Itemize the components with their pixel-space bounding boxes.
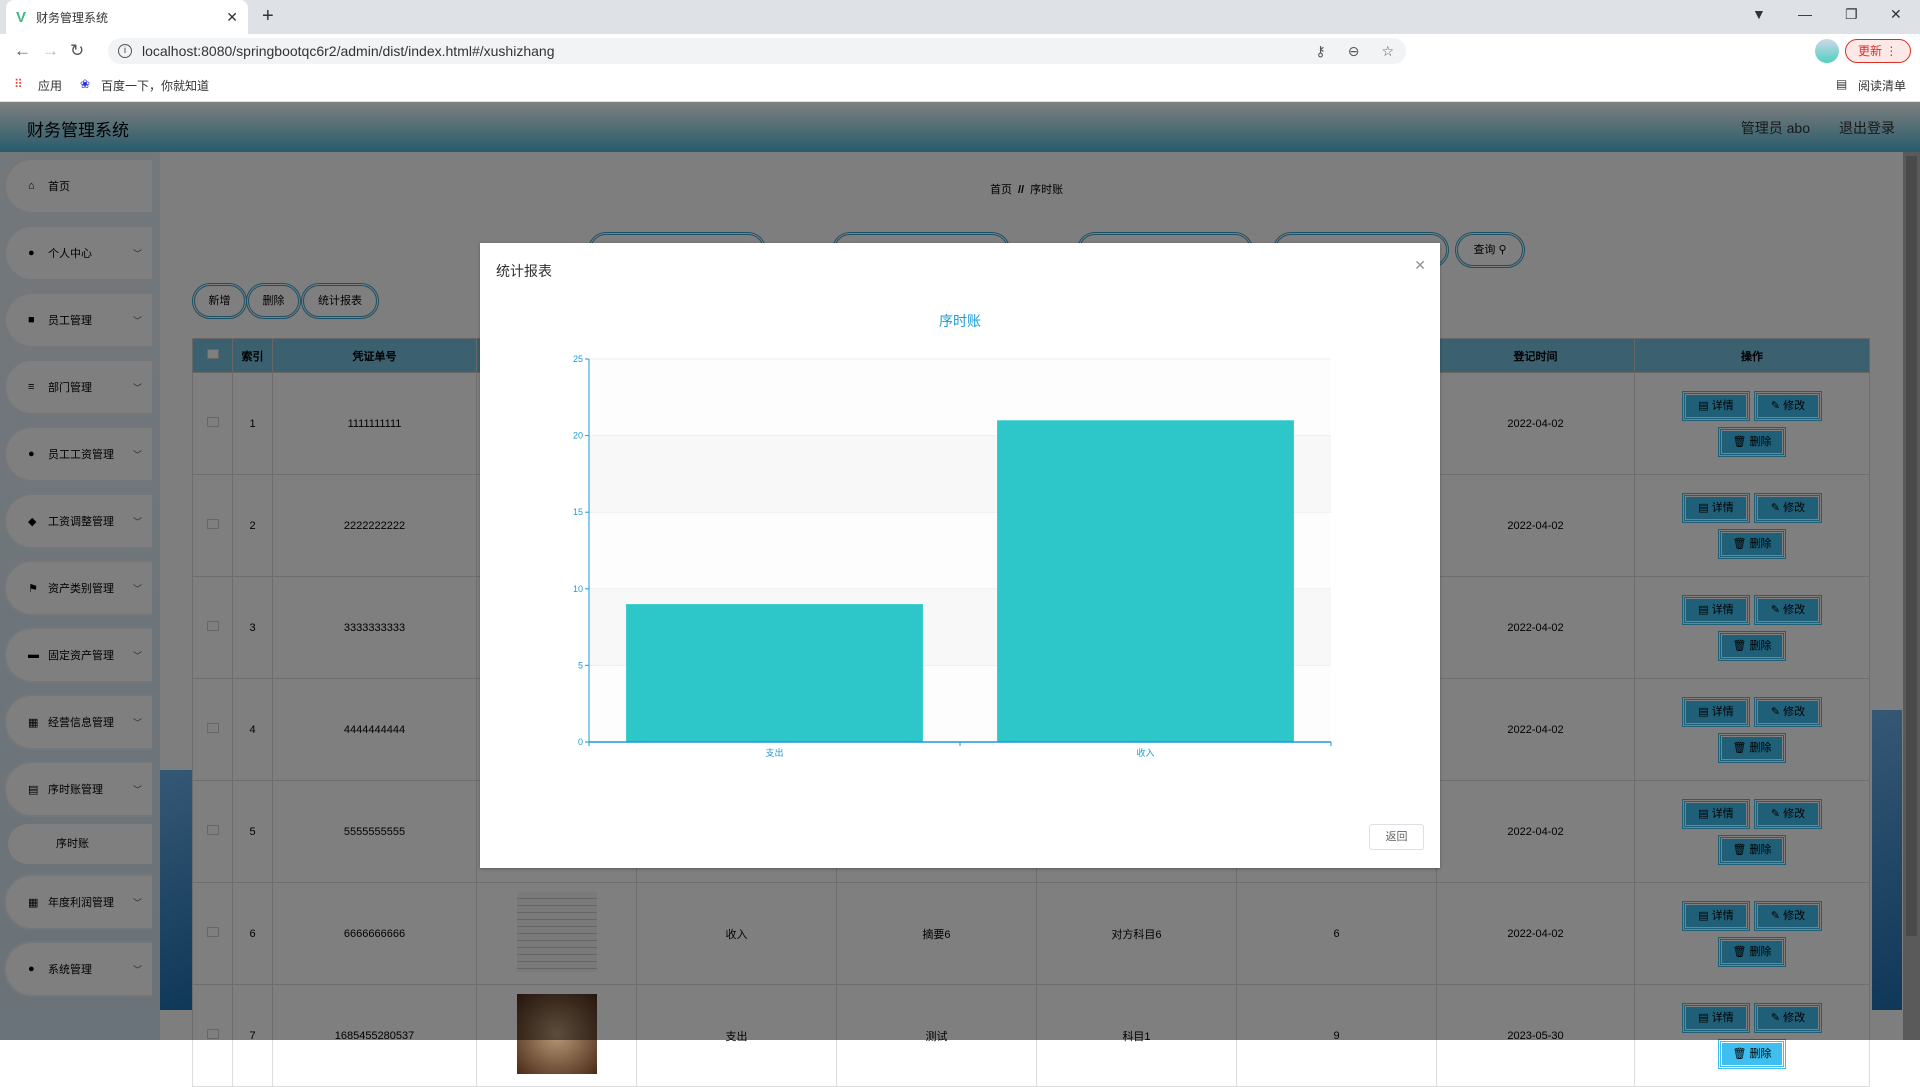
y-tick-label: 0 [578,737,583,747]
key-icon[interactable]: ⚷ [1315,43,1325,60]
profile-dropdown-icon[interactable]: ▼ [1752,6,1766,22]
bar-chart: 序时账 0 5 10 15 20 25 支出 收入 [573,313,1332,758]
browser-tab[interactable]: V 财务管理系统 ✕ [6,0,248,34]
star-icon[interactable]: ☆ [1381,43,1394,60]
back-icon[interactable]: ← [14,41,31,61]
minimize-button[interactable]: — [1798,6,1812,22]
y-tick-label: 5 [578,660,583,670]
bar-支出[interactable] [626,604,923,742]
url-text: localhost:8080/springbootqc6r2/admin/dis… [142,43,555,59]
bookmark-apps[interactable]: 应用 [38,77,62,94]
update-label: 更新 [1858,44,1883,58]
y-tick-label: 20 [573,431,583,441]
profile-avatar[interactable] [1815,39,1839,63]
back-button[interactable]: 返回 [1369,824,1424,850]
y-tick-label: 15 [573,507,583,517]
y-tick-label: 25 [573,354,583,364]
delete-row-button[interactable]: 🗑 删除 [1718,1038,1786,1069]
close-tab-icon[interactable]: ✕ [226,9,238,26]
reading-list[interactable]: 阅读清单 [1858,77,1906,94]
bookmark-baidu[interactable]: 百度一下，你就知道 [101,77,209,94]
x-tick-label: 支出 [765,747,783,758]
tab-title: 财务管理系统 [36,10,109,25]
restore-button[interactable]: ❐ [1845,6,1858,23]
scrollbar-thumb[interactable] [1906,156,1917,936]
browser-tab-bar: V 财务管理系统 ✕ + ▼ — ❐ ✕ [0,0,1920,34]
url-input[interactable]: i localhost:8080/springbootqc6r2/admin/d… [108,38,1406,64]
apps-icon[interactable]: ⠿ [14,77,23,91]
forward-icon[interactable]: → [42,41,59,61]
report-dialog: 统计报表 ✕ 序时账 0 5 10 15 20 25 支出 收入 返回 [480,243,1440,868]
chart-title: 序时账 [939,313,981,329]
close-window-button[interactable]: ✕ [1890,6,1902,23]
x-tick-label: 收入 [1136,747,1154,758]
new-tab-button[interactable]: + [262,5,274,28]
vue-logo-icon: V [16,8,27,26]
zoom-icon[interactable]: ⊖ [1348,43,1360,60]
y-tick-label: 10 [573,584,583,594]
info-icon[interactable]: i [118,44,132,58]
reading-list-icon: ▤ [1836,77,1848,91]
baidu-icon: ❀ [80,77,91,91]
reload-icon[interactable]: ↻ [70,41,84,61]
page-scrollbar[interactable] [1903,152,1920,1040]
delete-label: 删除 [1749,1047,1772,1060]
bar-收入[interactable] [997,420,1294,742]
address-bar-row: ← → ↻ i localhost:8080/springbootqc6r2/a… [0,34,1920,68]
bookmarks-bar: ⠿ 应用 ❀ 百度一下，你就知道 ▤ 阅读清单 [0,68,1920,102]
update-button[interactable]: 更新 ⋮ [1845,39,1911,63]
delete-icon: 🗑 [1732,1047,1750,1060]
